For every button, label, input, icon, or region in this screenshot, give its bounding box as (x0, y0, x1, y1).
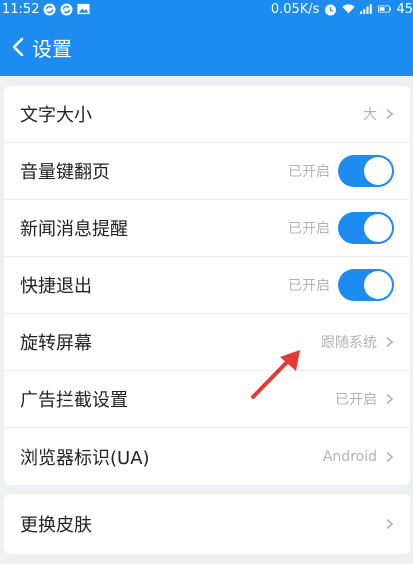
settings-list: 文字大小 大 音量键翻页 已开启 新闻消息提醒 已开启 快捷退出 已开启 旋转屏… (4, 86, 410, 485)
signal-icon (360, 3, 373, 16)
volume-key-toggle[interactable] (338, 155, 394, 187)
page-title: 设置 (32, 36, 72, 61)
wifi-icon (342, 3, 356, 16)
setting-quick-exit: 快捷退出 已开启 (4, 257, 410, 314)
setting-label: 更换皮肤 (20, 515, 92, 536)
setting-label: 快捷退出 (20, 276, 92, 297)
chevron-right-icon (385, 393, 394, 405)
setting-screen-rotation[interactable]: 旋转屏幕 跟随系统 (4, 314, 410, 371)
status-time: 11:52 (2, 1, 40, 17)
chevron-right-icon (385, 451, 394, 463)
skin-card: 更换皮肤 (4, 494, 410, 554)
news-notification-toggle[interactable] (338, 212, 394, 244)
setting-value: 已开启 (335, 392, 377, 408)
setting-label: 音量键翻页 (20, 162, 110, 183)
setting-value: 已开启 (288, 278, 330, 294)
chevron-right-icon (385, 518, 394, 530)
setting-change-skin[interactable]: 更换皮肤 (4, 494, 410, 554)
annotation-arrow-icon (251, 350, 300, 399)
sync-icon (43, 3, 56, 16)
setting-ad-block[interactable]: 广告拦截设置 已开启 (4, 371, 410, 428)
setting-value: 已开启 (288, 221, 330, 237)
setting-value: 已开启 (288, 164, 330, 180)
network-speed: 0.05K/s (270, 1, 320, 17)
battery-level: 45 (396, 1, 413, 17)
setting-value: Android (322, 448, 377, 465)
setting-label: 旋转屏幕 (20, 333, 92, 354)
alarm-icon (324, 3, 337, 16)
setting-label: 广告拦截设置 (20, 390, 128, 411)
status-bar: 11:52 0.05K/s 45 (0, 0, 413, 18)
battery-icon (378, 3, 392, 16)
setting-value: 跟随系统 (321, 335, 377, 351)
chevron-left-icon (12, 37, 24, 57)
sync-icon (60, 3, 73, 16)
setting-value: 大 (363, 107, 377, 123)
setting-user-agent[interactable]: 浏览器标识(UA) Android (4, 428, 410, 485)
quick-exit-toggle[interactable] (338, 269, 394, 301)
image-icon (77, 3, 91, 16)
setting-label: 新闻消息提醒 (20, 219, 128, 240)
toggle-knob (364, 271, 392, 299)
setting-news-notification: 新闻消息提醒 已开启 (4, 200, 410, 257)
toggle-knob (364, 157, 392, 185)
toggle-knob (364, 214, 392, 242)
setting-label: 浏览器标识(UA) (20, 447, 150, 469)
setting-volume-key-page: 音量键翻页 已开启 (4, 143, 410, 200)
chevron-right-icon (385, 336, 394, 348)
setting-label: 文字大小 (20, 105, 92, 126)
app-bar: 设置 (0, 18, 413, 76)
setting-font-size[interactable]: 文字大小 大 (4, 86, 410, 143)
chevron-right-icon (385, 108, 394, 120)
